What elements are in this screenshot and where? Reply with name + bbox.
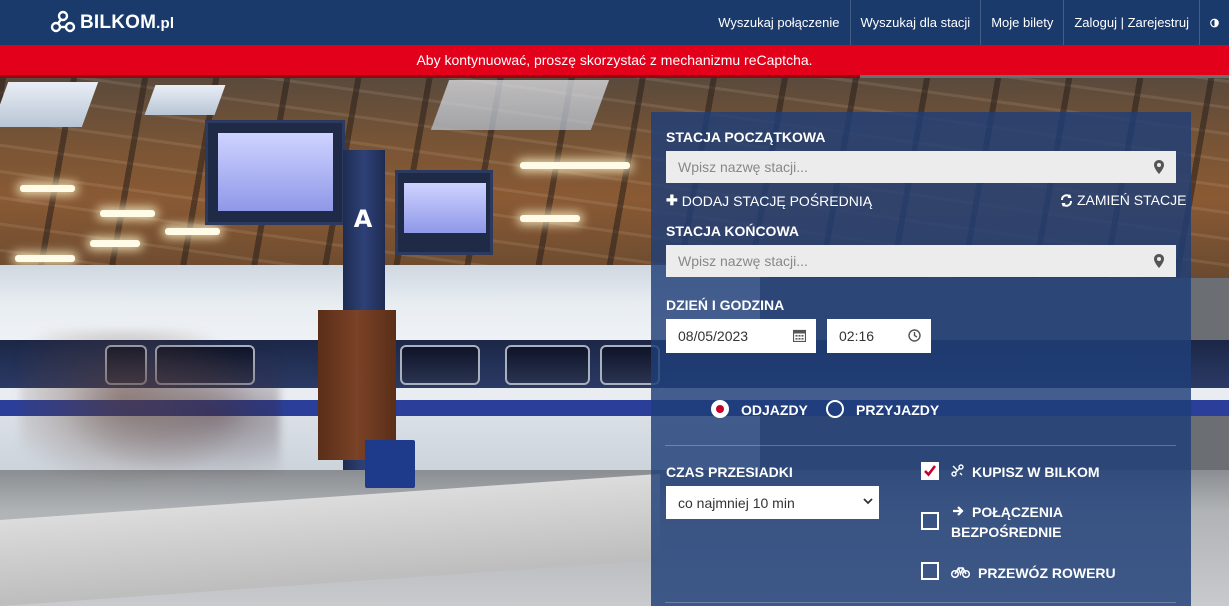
arrivals-label: PRZYJAZDY	[856, 402, 940, 418]
divider	[665, 602, 1176, 603]
to-station-input[interactable]	[666, 245, 1176, 277]
ceiling-lamp	[100, 210, 155, 217]
buy-in-bilkom-text: Kupisz w BILKOM	[972, 464, 1100, 480]
logo-suffix: .pl	[156, 15, 175, 32]
bilkom-logo[interactable]: BILKOM.pl	[50, 10, 174, 36]
chevron-down-icon	[863, 498, 873, 505]
train-window	[505, 345, 590, 385]
date-input[interactable]: 08/05/2023	[666, 319, 816, 353]
nav-search-connection[interactable]: Wyszukaj połączenie	[708, 0, 849, 45]
train-window	[400, 345, 480, 385]
skylight	[0, 82, 99, 127]
nav-search-station[interactable]: Wyszukaj dla stacji	[849, 0, 981, 45]
direct-connections-checkbox[interactable]	[921, 512, 939, 530]
from-station-input[interactable]	[666, 151, 1176, 183]
skylight	[144, 85, 226, 115]
from-station-label: Stacja początkowa	[666, 129, 826, 145]
to-station-label: Stacja końcowa	[666, 223, 799, 239]
arrivals-radio[interactable]	[826, 400, 844, 418]
logo-text: BILKOM.pl	[80, 12, 174, 34]
blurred-passengers	[20, 330, 280, 500]
add-via-station-button[interactable]: ✚ Dodaj stację pośrednią	[666, 192, 872, 209]
bicycle-transport-checkbox[interactable]	[921, 562, 939, 580]
contrast-toggle-button[interactable]	[1199, 0, 1229, 45]
bicycle-transport-text: Przewóz roweru	[978, 565, 1116, 581]
time-value: 02:16	[839, 328, 875, 344]
ceiling-lamp	[520, 162, 630, 169]
clock-icon	[908, 329, 921, 342]
swap-stations-button[interactable]: Zamień stacje	[1060, 192, 1186, 208]
direct-connections-text-line1: Połączenia	[972, 504, 1063, 520]
calendar-icon	[793, 329, 806, 342]
time-input[interactable]: 02:16	[827, 319, 931, 353]
nav-login-register[interactable]: Zaloguj | Zarejestruj	[1063, 0, 1199, 45]
skylight	[430, 80, 610, 130]
buy-in-bilkom-checkbox[interactable]	[921, 462, 939, 480]
swap-stations-label: Zamień stacje	[1077, 192, 1187, 208]
alert-message: Aby kontynuować, proszę skorzystać z mec…	[416, 52, 813, 68]
board-screen	[218, 133, 333, 211]
departures-radio[interactable]	[711, 400, 729, 418]
checkmark-icon	[924, 465, 937, 477]
nav-my-tickets[interactable]: Moje bilety	[980, 0, 1063, 45]
transfer-time-value: co najmniej 10 min	[678, 494, 795, 511]
direct-connections-text-line2: bezpośrednie	[951, 524, 1062, 540]
departure-board	[395, 170, 493, 255]
date-value: 08/05/2023	[678, 328, 749, 344]
ceiling-lamp	[15, 255, 75, 262]
ceiling-lamp	[520, 215, 580, 222]
search-panel	[651, 112, 1191, 606]
ceiling-lamp	[20, 185, 75, 192]
platform-cabinet	[318, 310, 396, 460]
platform-sign: A	[353, 205, 373, 233]
arrow-right-icon	[953, 506, 964, 516]
main-nav: Wyszukaj połączenie Wyszukaj dla stacji …	[708, 0, 1229, 45]
plus-icon: ✚	[666, 192, 678, 208]
transfer-time-label: Czas przesiadki	[666, 464, 793, 480]
divider	[665, 445, 1176, 446]
recaptcha-alert: Aby kontynuować, proszę skorzystać z mec…	[0, 45, 1229, 75]
datetime-label: Dzień i godzina	[666, 297, 785, 313]
bilkom-logo-icon	[50, 10, 76, 33]
top-navbar: BILKOM.pl Wyszukaj połączenie Wyszukaj d…	[0, 0, 1229, 45]
map-pin-icon	[1154, 254, 1164, 268]
ceiling-lamp	[165, 228, 220, 235]
departure-board	[205, 120, 345, 225]
direct-connections-label: Połączenia bezpośrednie	[951, 502, 1063, 542]
add-via-station-label: Dodaj stację pośrednią	[681, 192, 873, 209]
trash-bin	[365, 440, 415, 488]
transfer-time-select[interactable]: co najmniej 10 min	[666, 486, 879, 519]
buy-in-bilkom-label: Kupisz w BILKOM	[951, 462, 1100, 482]
alert-underline	[0, 75, 860, 78]
bicycle-icon	[951, 567, 970, 578]
contrast-icon	[1210, 18, 1219, 27]
board-screen	[404, 183, 486, 233]
map-pin-icon	[1154, 160, 1164, 174]
departures-label: ODJAZDY	[741, 402, 808, 418]
logo-name: BILKOM	[80, 12, 157, 33]
bicycle-transport-label: Przewóz roweru	[951, 563, 1116, 583]
ceiling-lamp	[90, 240, 140, 247]
swap-icon	[1061, 193, 1072, 207]
ticket-icon	[951, 464, 964, 477]
